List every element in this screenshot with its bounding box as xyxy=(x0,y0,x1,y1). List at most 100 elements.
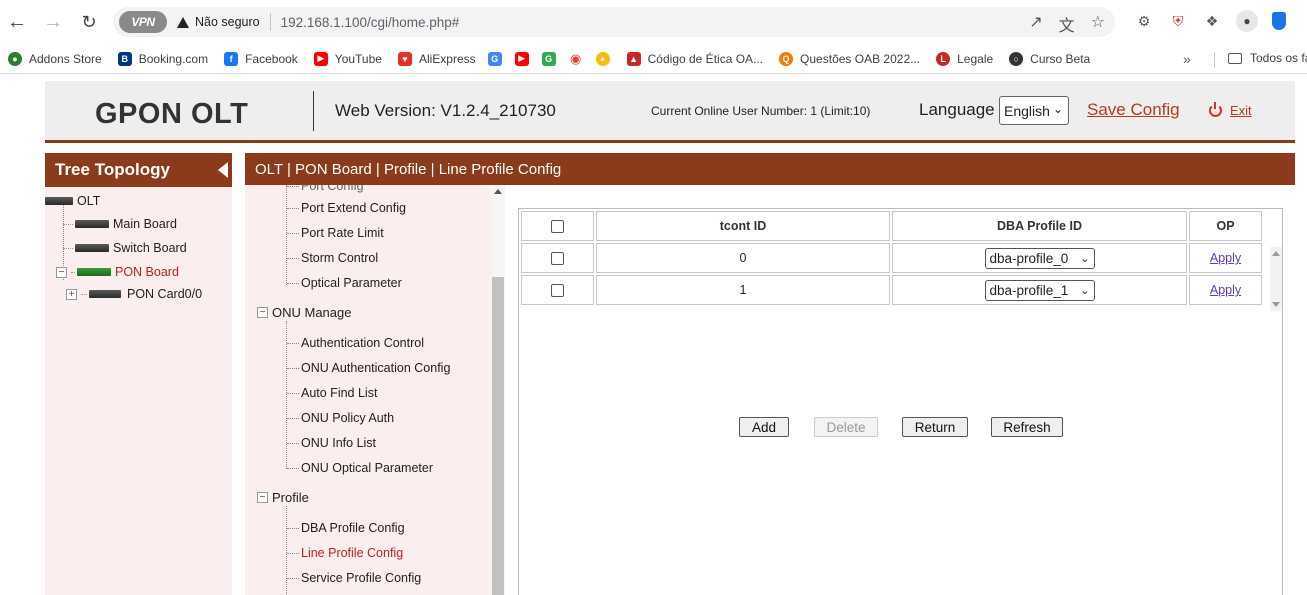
menu-scrollbar-thumb[interactable] xyxy=(492,277,504,595)
google-translate-icon: G xyxy=(487,51,502,66)
row-checkbox[interactable] xyxy=(551,252,564,266)
menu-group-onu-manage[interactable]: − ONU Manage xyxy=(257,305,351,320)
bookmark-addons-store[interactable]: ● Addons Store xyxy=(8,51,102,66)
globe-icon: ○ xyxy=(1009,51,1024,66)
blue-shield-icon[interactable] xyxy=(1272,12,1286,30)
shield-extension-icon[interactable]: ⛨ xyxy=(1168,11,1188,31)
dba-profile-select[interactable]: dba-profile_0 ⌄ xyxy=(984,247,1095,269)
bookmark-gb[interactable]: G xyxy=(541,51,563,66)
online-users: Current Online User Number: 1 (Limit:10) xyxy=(651,104,871,118)
return-button[interactable]: Return xyxy=(902,417,968,437)
menu-item-label: ONU Policy Auth xyxy=(301,411,395,425)
language-label: Language xyxy=(919,100,995,119)
tree-connector xyxy=(63,223,73,225)
menu-item-storm-control[interactable]: Storm Control xyxy=(287,251,378,265)
line-profile-content: tcont ID DBA Profile ID OP 0 dba-profile… xyxy=(518,208,1283,595)
forward-arrow-icon[interactable]: → xyxy=(38,7,68,37)
apply-link[interactable]: Apply xyxy=(1210,251,1241,265)
menu-item-label: Port Extend Config xyxy=(301,201,406,215)
row-checkbox[interactable] xyxy=(551,284,564,298)
profile-avatar-icon[interactable]: ● xyxy=(1236,10,1258,32)
collapse-toggle-icon[interactable]: − xyxy=(56,266,67,278)
tree-node-switch-board[interactable]: Switch Board xyxy=(63,241,187,255)
puzzle-icon[interactable]: ❖ xyxy=(1202,11,1222,31)
tree-node-main-board[interactable]: Main Board xyxy=(63,217,177,231)
select-all-checkbox[interactable] xyxy=(551,220,564,234)
bookmark-aliexpress[interactable]: ♥ AliExpress xyxy=(397,51,476,66)
chevron-down-icon: ⌄ xyxy=(1080,252,1090,265)
collapse-toggle-icon[interactable]: − xyxy=(257,492,268,503)
language-select[interactable]: English ⌄ xyxy=(999,96,1069,125)
menu-item-authentication-control[interactable]: Authentication Control xyxy=(287,336,424,350)
divider xyxy=(1214,52,1215,68)
vpn-badge[interactable]: VPN xyxy=(119,11,167,33)
scroll-up-arrow-icon[interactable] xyxy=(494,189,502,194)
share-icon[interactable]: ↗ xyxy=(1029,12,1042,36)
security-indicator[interactable]: Não seguro xyxy=(177,15,260,29)
delete-button[interactable]: Delete xyxy=(814,417,878,437)
board-device-icon xyxy=(75,220,109,228)
bookmark-curso-beta[interactable]: ○ Curso Beta xyxy=(1009,51,1090,66)
op-cell: Apply xyxy=(1189,243,1262,273)
menu-item-onu-auth-config[interactable]: ONU Authentication Config xyxy=(287,361,450,375)
extension-gear-icon[interactable]: ⚙ xyxy=(1134,11,1154,31)
menu-item-line-profile-config[interactable]: Line Profile Config xyxy=(287,546,403,560)
bookmark-booking[interactable]: B Booking.com xyxy=(117,51,208,66)
warning-icon xyxy=(177,16,189,28)
tcont-id-cell: 1 xyxy=(596,275,890,305)
menu-item-auto-find-list[interactable]: Auto Find List xyxy=(287,386,377,400)
tree-connector xyxy=(63,247,73,249)
bookmark-label: Legale xyxy=(957,51,994,66)
bookmark-facebook[interactable]: f Facebook xyxy=(224,51,298,66)
reload-icon[interactable]: ↻ xyxy=(74,7,104,37)
all-bookmarks-folder[interactable]: Todos os fa xyxy=(1228,51,1307,65)
menu-item-service-profile-config[interactable]: Service Profile Config xyxy=(287,571,421,585)
menu-group-profile[interactable]: − Profile xyxy=(257,490,309,505)
bookmark-legale[interactable]: L Legale xyxy=(936,51,994,66)
tree-node-label: PON Card0/0 xyxy=(127,287,203,301)
bookmark-chrome[interactable]: ● xyxy=(595,51,617,66)
refresh-button[interactable]: Refresh xyxy=(991,417,1063,437)
scroll-down-arrow-icon[interactable] xyxy=(1272,302,1280,307)
menu-item-optical-parameter[interactable]: Optical Parameter xyxy=(287,276,402,290)
menu-item-dba-profile-config[interactable]: DBA Profile Config xyxy=(287,521,405,535)
star-icon[interactable]: ☆ xyxy=(1091,12,1105,36)
bookmark-codigo-etica[interactable]: ▲ Código de Ética OA... xyxy=(626,51,763,66)
collapse-arrow-icon[interactable] xyxy=(218,162,228,178)
expand-toggle-icon[interactable]: + xyxy=(66,288,77,300)
bookmark-translate[interactable]: G xyxy=(487,51,509,66)
bookmark-youtube-2[interactable]: ▶ xyxy=(514,51,536,66)
bookmark-maps[interactable]: ◉ xyxy=(568,50,590,66)
tree-node-olt[interactable]: OLT xyxy=(45,194,100,208)
table-scrollbar[interactable] xyxy=(1270,247,1282,311)
address-bar[interactable]: VPN Não seguro 192.168.1.100/cgi/home.ph… xyxy=(113,7,1115,37)
menu-item-onu-info-list[interactable]: ONU Info List xyxy=(287,436,376,450)
browser-toolbar: ← → ↻ VPN Não seguro 192.168.1.100/cgi/h… xyxy=(0,0,1307,44)
bookmark-label: AliExpress xyxy=(418,51,476,66)
menu-item-onu-policy-auth[interactable]: ONU Policy Auth xyxy=(287,411,394,425)
dba-profile-select[interactable]: dba-profile_1 ⌄ xyxy=(984,279,1095,301)
menu-item-port-extend[interactable]: Port Extend Config xyxy=(287,201,406,215)
more-bookmarks-icon[interactable]: » xyxy=(1183,51,1191,67)
bookmark-label: Questões OAB 2022... xyxy=(800,51,921,66)
youtube-icon: ▶ xyxy=(313,51,328,66)
translate-icon[interactable]: 文 xyxy=(1059,12,1075,36)
tree-node-pon-card[interactable]: + PON Card0/0 xyxy=(66,287,202,301)
exit-link[interactable]: Exit xyxy=(1209,102,1252,118)
bookmark-questoes[interactable]: Q Questões OAB 2022... xyxy=(779,51,921,66)
menu-item-onu-optical-parameter[interactable]: ONU Optical Parameter xyxy=(287,461,433,475)
collapse-toggle-icon[interactable]: − xyxy=(257,307,268,318)
tree-title: Tree Topology xyxy=(45,153,232,187)
menu-item-port-rate[interactable]: Port Rate Limit xyxy=(287,226,384,240)
map-pin-icon: ◉ xyxy=(568,50,583,66)
url-text[interactable]: 192.168.1.100/cgi/home.php# xyxy=(281,15,460,30)
add-button[interactable]: Add xyxy=(739,417,789,437)
op-header: OP xyxy=(1189,211,1262,241)
menu-item-port-config[interactable]: Port Config xyxy=(287,185,364,193)
tree-node-pon-board[interactable]: − PON Board xyxy=(56,265,179,279)
bookmark-youtube[interactable]: ▶ YouTube xyxy=(313,51,382,66)
back-arrow-icon[interactable]: ← xyxy=(2,7,32,37)
scroll-up-arrow-icon[interactable] xyxy=(1272,251,1280,256)
save-config-link[interactable]: Save Config xyxy=(1087,100,1180,120)
apply-link[interactable]: Apply xyxy=(1210,283,1241,297)
